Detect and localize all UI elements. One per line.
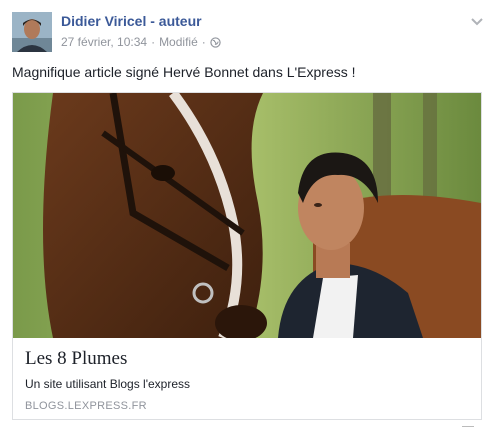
author-avatar[interactable]	[12, 12, 52, 52]
post-timestamp[interactable]: 27 février, 10:34	[61, 35, 147, 49]
feed-post: Didier Viricel - auteur 27 février, 10:3…	[0, 0, 496, 432]
link-preview-card[interactable]: Les 8 Plumes Un site utilisant Blogs l'e…	[12, 92, 482, 420]
meta-separator: ·	[201, 35, 206, 49]
link-title[interactable]: Les 8 Plumes	[25, 348, 127, 370]
edited-label[interactable]: Modifié	[159, 35, 198, 49]
avatar-photo-icon	[12, 12, 52, 52]
photo-horse-man-icon	[13, 93, 481, 338]
author-name-link[interactable]: Didier Viricel - auteur	[61, 13, 202, 29]
post-text: Magnifique article signé Hervé Bonnet da…	[12, 64, 356, 80]
link-preview-image[interactable]	[13, 93, 481, 338]
link-domain: BLOGS.LEXPRESS.FR	[25, 400, 147, 412]
globe-icon[interactable]	[210, 36, 221, 48]
meta-separator: ·	[151, 35, 156, 49]
post-meta: 27 février, 10:34 · Modifié ·	[61, 35, 221, 49]
link-description: Un site utilisant Blogs l'express	[25, 377, 191, 391]
chevron-down-icon[interactable]	[470, 14, 484, 26]
